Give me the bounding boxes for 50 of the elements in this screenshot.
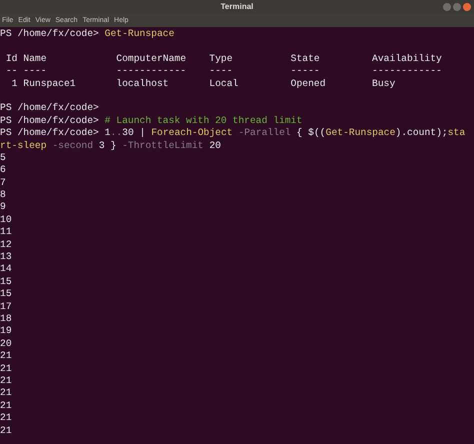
output-number: 21 (0, 362, 12, 375)
output-number: 6 (0, 164, 6, 177)
output-text: { $(( (296, 127, 326, 140)
output-number: 5 (0, 152, 6, 164)
output-number: 8 (0, 189, 6, 202)
output-number: 21 (0, 374, 12, 388)
prompt-text: PS /home/fx/code> (0, 28, 100, 40)
command-text: Get-Runspace (326, 127, 396, 140)
output-number: 15 (0, 276, 12, 288)
command-text: sta (448, 127, 466, 140)
output-number: 18 (0, 312, 12, 326)
output-number: 19 (0, 325, 12, 338)
output-number: 20 (0, 338, 12, 350)
output-text: 20 (208, 140, 221, 152)
close-button[interactable] (463, 3, 471, 11)
prompt-text: PS /home/fx/code> (0, 114, 100, 128)
output-number: 21 (0, 350, 12, 363)
command-text: Foreach-Object (151, 127, 233, 140)
output-number: 12 (0, 238, 12, 252)
command-text: Get-Runspace (104, 28, 174, 40)
parameter-text: -ThrottleLimit (122, 140, 204, 152)
output-number: 13 (0, 251, 12, 264)
output-number: 14 (0, 263, 12, 276)
operator-text: .. (110, 127, 122, 140)
output-number: 9 (0, 201, 6, 214)
parameter-text: -second (51, 140, 94, 152)
prompt-text: PS /home/fx/code> (0, 102, 99, 115)
comment-text: # Launch task with 20 thread limit (104, 114, 302, 128)
maximize-button[interactable] (453, 3, 461, 11)
output-number: 17 (0, 300, 12, 313)
output-number: 15 (0, 288, 12, 301)
output-text: 30 | (122, 127, 146, 140)
output-text: -- ---- ------------ ---- ----- ------------ (4, 65, 442, 78)
output-text: 3 } (98, 140, 118, 152)
minimize-button[interactable] (443, 3, 451, 11)
output-number: 21 (0, 424, 12, 437)
output-number: 21 (0, 387, 12, 400)
output-text: 1 Runspace1 localhost Local Opened Busy (10, 78, 396, 90)
parameter-text: -Parallel (237, 127, 291, 140)
output-text: 1 (104, 127, 110, 140)
window-title: Terminal (220, 3, 254, 11)
output-number: 11 (0, 226, 12, 239)
command-text: rt-sleep (0, 140, 47, 152)
output-text: ).count); (395, 127, 448, 140)
output-text: Id Name ComputerName Type State Availability (4, 52, 442, 66)
output-number: 7 (0, 176, 6, 190)
output-number: 10 (0, 214, 12, 226)
output-number: 21 (0, 412, 12, 424)
output-number: 21 (0, 400, 12, 412)
prompt-text: PS /home/fx/code> (0, 127, 100, 140)
